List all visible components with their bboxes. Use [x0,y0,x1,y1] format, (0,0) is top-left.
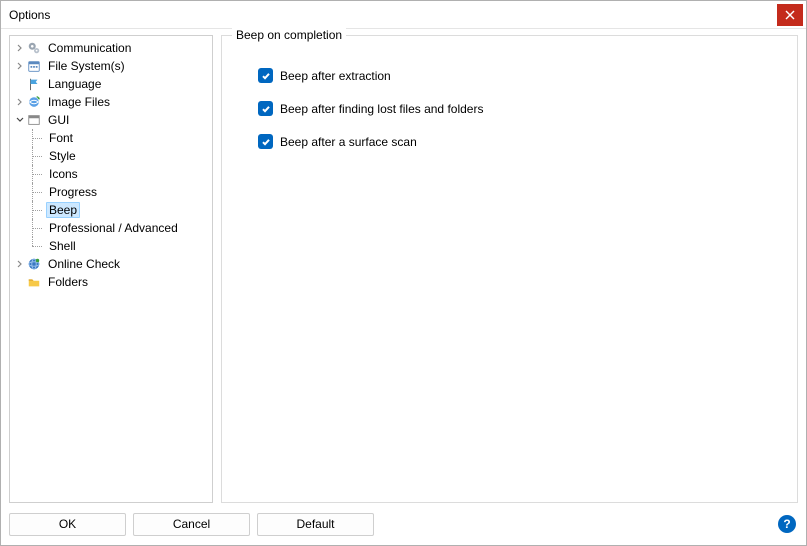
ok-button[interactable]: OK [9,513,126,536]
tree-subitem[interactable]: Beep [30,201,212,219]
globe-refresh-icon [26,94,42,110]
tree-subitem[interactable]: Style [30,147,212,165]
tree-subitem[interactable]: Progress [30,183,212,201]
tree-subitem[interactable]: Shell [30,237,212,255]
checkbox-2[interactable]: Beep after a surface scan [258,134,781,149]
tree-item-label: Online Check [45,257,123,271]
tree-item-label: Icons [46,167,81,181]
checkbox-1[interactable]: Beep after finding lost files and folder… [258,101,781,116]
checkbox-icon [258,134,273,149]
dialog-footer: OK Cancel Default ? [1,503,806,545]
close-icon [785,10,795,20]
tree-item-label: Shell [46,239,79,253]
tree-item-label: Progress [46,185,100,199]
tree-item[interactable]: Image Files [12,93,212,111]
chevron-right-icon[interactable] [14,96,26,108]
groupbox-title: Beep on completion [232,28,346,42]
checkbox-0[interactable]: Beep after extraction [258,68,781,83]
chevron-right-icon[interactable] [14,42,26,54]
window-icon [26,112,42,128]
checkbox-label: Beep after extraction [280,69,391,83]
tree-item-label: Font [46,131,76,145]
tree-item[interactable]: Communication [12,39,212,57]
options-dialog: Options Communication File System(s) Langu… [0,0,807,546]
window-title: Options [9,8,777,22]
flag-icon [26,76,42,92]
tree-subitem[interactable]: Icons [30,165,212,183]
tree-item-label: Professional / Advanced [46,221,181,235]
chevron-right-icon[interactable] [14,258,26,270]
titlebar: Options [1,1,806,29]
tree-item-label: Language [45,77,104,91]
close-button[interactable] [777,4,803,26]
checkbox-label: Beep after a surface scan [280,135,417,149]
tree-item[interactable]: File System(s) [12,57,212,75]
category-tree[interactable]: Communication File System(s) Language Image… [9,35,213,503]
tree-item-label: Style [46,149,79,163]
tree-item[interactable]: GUI [12,111,212,129]
tree-item[interactable]: Online Check [12,255,212,273]
tree-item-label: File System(s) [45,59,128,73]
checkbox-icon [258,68,273,83]
tree-item-label: GUI [45,113,72,127]
chevron-down-icon[interactable] [14,114,26,126]
tree-item-label: Communication [45,41,134,55]
tree-subitem[interactable]: Professional / Advanced [30,219,212,237]
checkbox-label: Beep after finding lost files and folder… [280,102,483,116]
globe-icon [26,256,42,272]
chevron-right-icon[interactable] [14,60,26,72]
checkbox-icon [258,101,273,116]
cogs-icon [26,40,42,56]
content-pane: Beep on completion Beep after extraction… [221,35,798,503]
help-button[interactable]: ? [778,515,796,533]
cancel-button[interactable]: Cancel [133,513,250,536]
tree-subitem[interactable]: Font [30,129,212,147]
tree-item[interactable]: Language [12,75,212,93]
tree-item-label: Folders [45,275,91,289]
tree-item-label: Image Files [45,95,113,109]
tree-item[interactable]: Folders [12,273,212,291]
calendar-icon [26,58,42,74]
tree-item-label: Beep [46,202,80,218]
default-button[interactable]: Default [257,513,374,536]
folder-icon [26,274,42,290]
beep-groupbox: Beep on completion Beep after extraction… [221,35,798,503]
dialog-body: Communication File System(s) Language Image… [1,29,806,503]
